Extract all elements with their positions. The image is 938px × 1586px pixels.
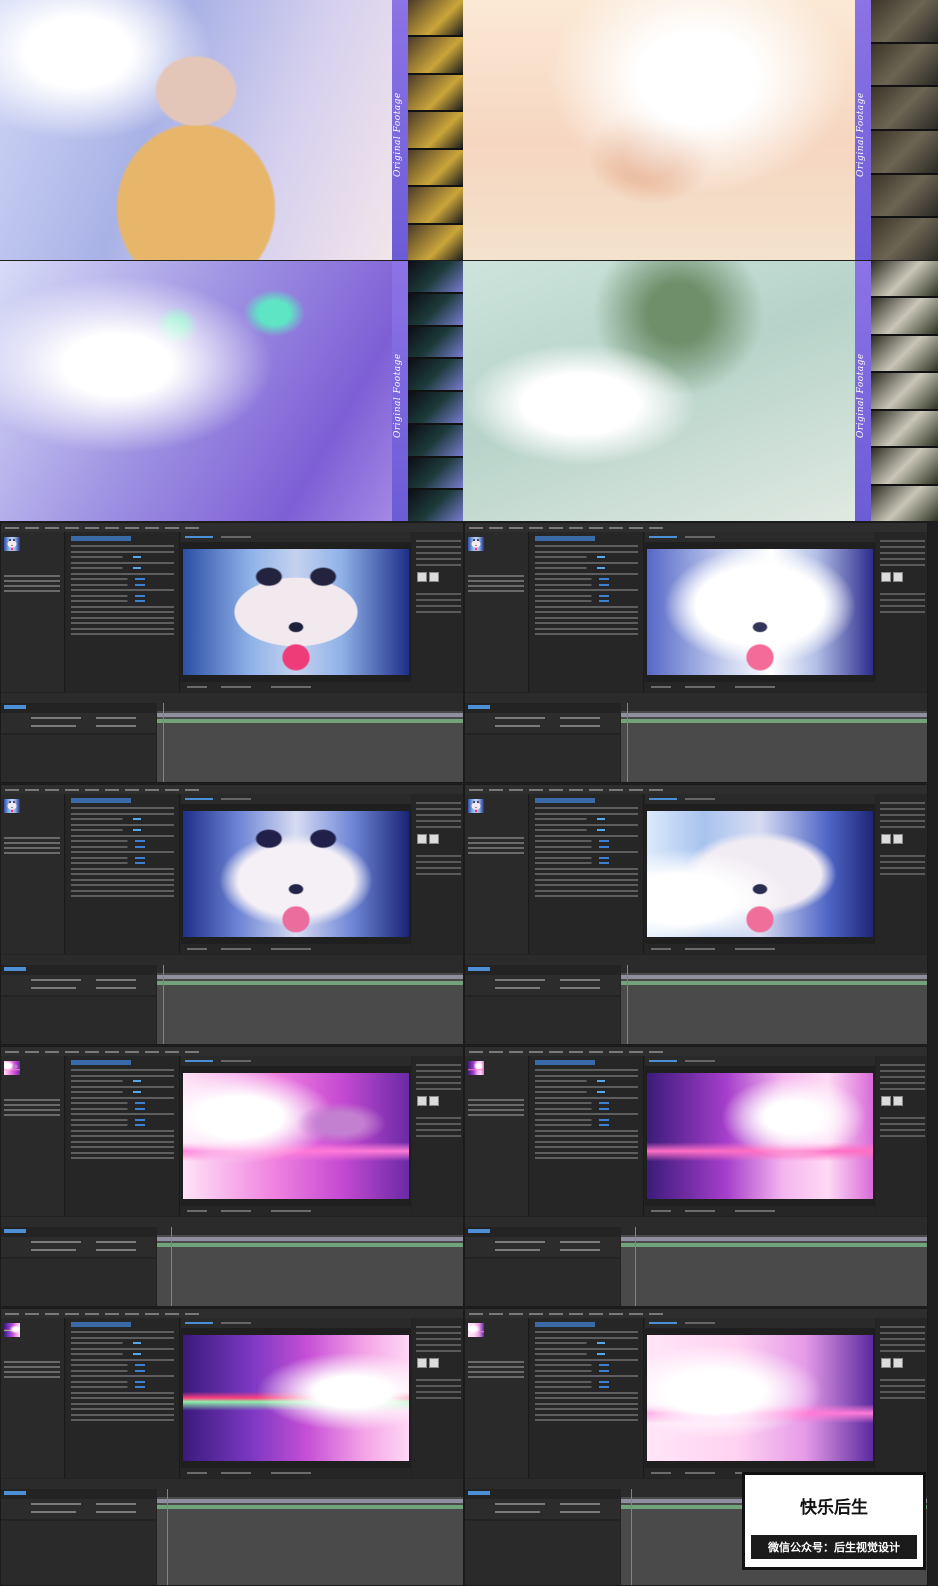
light-leak-preview bbox=[183, 1335, 409, 1461]
timeline-panel[interactable] bbox=[1, 693, 463, 782]
beach-woman-photo bbox=[463, 0, 855, 260]
info-panel[interactable] bbox=[412, 532, 463, 692]
info-panel[interactable] bbox=[876, 1318, 927, 1478]
menu-bar[interactable] bbox=[1, 1309, 463, 1318]
playhead[interactable] bbox=[163, 965, 164, 1044]
project-thumbnail bbox=[468, 1061, 484, 1075]
info-panel[interactable] bbox=[412, 1056, 463, 1216]
watermark-subtitle: 微信公众号：后生视觉设计 bbox=[751, 1535, 917, 1559]
purple-label-bar: Original Footage bbox=[392, 261, 408, 521]
menu-bar[interactable] bbox=[1, 1047, 463, 1056]
menu-bar[interactable] bbox=[1, 785, 463, 794]
purple-label-bar: Original Footage bbox=[855, 0, 871, 260]
cat-makeup-preview bbox=[647, 811, 873, 937]
after-effects-window bbox=[464, 784, 928, 1045]
composition-viewer[interactable] bbox=[181, 794, 411, 954]
thumbnail-strip bbox=[871, 0, 938, 260]
project-thumbnail bbox=[468, 1323, 484, 1337]
playhead[interactable] bbox=[627, 703, 628, 782]
project-panel[interactable] bbox=[1, 1056, 65, 1216]
project-panel[interactable] bbox=[465, 794, 529, 954]
purple-label-bar: Original Footage bbox=[855, 261, 871, 521]
after-effects-window bbox=[464, 1046, 928, 1307]
info-panel[interactable] bbox=[876, 794, 927, 954]
light-leak-preview bbox=[647, 1073, 873, 1199]
footage-preview-row-1: Original Footage Original Footage bbox=[0, 0, 938, 260]
effect-controls-panel[interactable] bbox=[66, 1318, 180, 1478]
info-panel[interactable] bbox=[876, 1056, 927, 1216]
timeline-panel[interactable] bbox=[465, 1217, 927, 1306]
playhead[interactable] bbox=[167, 1489, 168, 1585]
cat-makeup-preview bbox=[647, 549, 873, 675]
carousel-woman-photo bbox=[0, 0, 392, 260]
thumbnail-strip bbox=[408, 0, 463, 260]
project-thumbnail bbox=[4, 1061, 20, 1075]
watermark-badge: 快乐后生 微信公众号：后生视觉设计 bbox=[742, 1472, 926, 1570]
playhead[interactable] bbox=[635, 1227, 636, 1306]
timeline-panel[interactable] bbox=[1, 1479, 463, 1585]
project-panel[interactable] bbox=[465, 532, 529, 692]
cat-makeup-preview bbox=[183, 811, 409, 937]
composition-viewer[interactable] bbox=[181, 1056, 411, 1216]
composition-viewer[interactable] bbox=[645, 1056, 875, 1216]
watermark-title: 快乐后生 bbox=[800, 1498, 868, 1518]
effect-controls-panel[interactable] bbox=[66, 794, 180, 954]
timeline-panel[interactable] bbox=[1, 955, 463, 1044]
menu-bar[interactable] bbox=[465, 1309, 927, 1318]
project-panel[interactable] bbox=[1, 794, 65, 954]
playhead[interactable] bbox=[171, 1227, 172, 1306]
info-panel[interactable] bbox=[412, 1318, 463, 1478]
effect-controls-panel[interactable] bbox=[530, 1056, 644, 1216]
menu-bar[interactable] bbox=[465, 523, 927, 532]
original-footage-label: Original Footage bbox=[856, 353, 866, 439]
project-panel[interactable] bbox=[465, 1318, 529, 1478]
project-thumbnail bbox=[4, 1323, 20, 1337]
effect-controls-panel[interactable] bbox=[530, 1318, 644, 1478]
project-panel[interactable] bbox=[465, 1056, 529, 1216]
light-leak-preview bbox=[183, 1073, 409, 1199]
playhead[interactable] bbox=[631, 1489, 632, 1585]
original-footage-label: Original Footage bbox=[393, 353, 403, 439]
after-effects-window bbox=[0, 1046, 464, 1307]
timeline-panel[interactable] bbox=[465, 693, 927, 782]
project-panel[interactable] bbox=[1, 1318, 65, 1478]
timeline-panel[interactable] bbox=[465, 955, 927, 1044]
project-thumbnail bbox=[468, 799, 484, 813]
effect-controls-panel[interactable] bbox=[66, 1056, 180, 1216]
effect-controls-panel[interactable] bbox=[66, 532, 180, 692]
menu-bar[interactable] bbox=[1, 523, 463, 532]
light-leak-preview bbox=[647, 1335, 873, 1461]
original-footage-label: Original Footage bbox=[856, 92, 866, 178]
playhead[interactable] bbox=[163, 703, 164, 782]
composition-viewer[interactable] bbox=[645, 1318, 875, 1478]
menu-bar[interactable] bbox=[465, 1047, 927, 1056]
footage-preview-row-2: Original Footage Original Footage bbox=[0, 261, 938, 521]
reading-book-photo bbox=[463, 261, 855, 521]
after-effects-window bbox=[0, 784, 464, 1045]
composition-viewer[interactable] bbox=[181, 532, 411, 692]
info-panel[interactable] bbox=[412, 794, 463, 954]
after-effects-window bbox=[0, 522, 464, 783]
project-thumbnail bbox=[4, 537, 20, 551]
original-footage-label: Original Footage bbox=[393, 92, 403, 178]
project-panel[interactable] bbox=[1, 532, 65, 692]
thumbnail-strip bbox=[871, 261, 938, 521]
after-effects-window bbox=[464, 522, 928, 783]
after-effects-window bbox=[0, 1308, 464, 1586]
composition-viewer[interactable] bbox=[645, 532, 875, 692]
playhead[interactable] bbox=[627, 965, 628, 1044]
info-panel[interactable] bbox=[876, 532, 927, 692]
effect-controls-panel[interactable] bbox=[530, 532, 644, 692]
neon-woman-photo bbox=[0, 261, 392, 521]
project-thumbnail bbox=[4, 799, 20, 813]
project-thumbnail bbox=[468, 537, 484, 551]
timeline-panel[interactable] bbox=[1, 1217, 463, 1306]
thumbnail-strip bbox=[408, 261, 463, 521]
menu-bar[interactable] bbox=[465, 785, 927, 794]
cat-makeup-preview bbox=[183, 549, 409, 675]
composition-viewer[interactable] bbox=[181, 1318, 411, 1478]
effect-controls-panel[interactable] bbox=[530, 794, 644, 954]
composition-viewer[interactable] bbox=[645, 794, 875, 954]
purple-label-bar: Original Footage bbox=[392, 0, 408, 260]
